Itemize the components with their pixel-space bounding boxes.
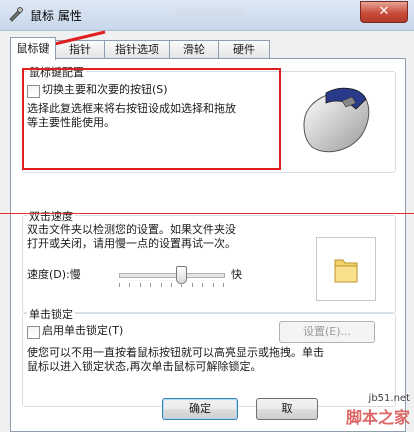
- mouse-illustration-icon: [303, 87, 370, 153]
- title-blur: [175, 9, 245, 19]
- slider-tick: [223, 283, 224, 287]
- slider-tick: [150, 283, 152, 287]
- close-button[interactable]: ✕: [360, 1, 408, 23]
- speed-slow-label: 速度(D):慢: [27, 268, 81, 281]
- double-click-desc-1: 双击文件夹以检测您的设置。如果文件夹没: [27, 223, 236, 236]
- watermark: jb51.net 脚本之家: [346, 393, 410, 428]
- folder-icon: [334, 259, 358, 283]
- slider-tick: [202, 283, 204, 287]
- slider-tick: [181, 283, 183, 287]
- annotation-line: [0, 213, 414, 214]
- cancel-button[interactable]: 取: [256, 398, 318, 420]
- tab-pointer-options[interactable]: 指针选项: [104, 40, 170, 59]
- slider-tick: [119, 283, 120, 287]
- speed-fast-label: 快: [231, 268, 242, 281]
- click-lock-settings-button[interactable]: 设置(E)...: [279, 321, 375, 343]
- click-lock-title: 单击锁定: [27, 306, 75, 322]
- speed-slider-track[interactable]: [119, 273, 225, 278]
- tab-hardware[interactable]: 硬件: [218, 40, 270, 59]
- double-click-title: 双击速度: [27, 208, 75, 224]
- watermark-logo: 脚本之家: [345, 408, 410, 427]
- click-lock-desc-2: 鼠标以进入锁定状态,再次单击鼠标可解除锁定。: [27, 360, 262, 373]
- slider-tick: [191, 283, 193, 287]
- test-folder-box[interactable]: [316, 237, 376, 301]
- slider-tick: [212, 283, 214, 287]
- ok-button[interactable]: 确定: [162, 398, 238, 420]
- annotation-highlight-box: [22, 68, 281, 170]
- click-lock-desc-1: 使您可以不用一直按着鼠标按钮就可以高亮显示或拖拽。单击: [27, 346, 324, 359]
- speed-slider-thumb[interactable]: [176, 266, 188, 284]
- watermark-url: jb51.net: [368, 393, 410, 404]
- mouse-icon: [7, 6, 25, 24]
- click-lock-label[interactable]: 启用单击锁定(T): [42, 324, 123, 338]
- slider-tick: [171, 283, 172, 287]
- double-click-desc-2: 打开或关闭，请用慢一点的设置再试一次。: [27, 237, 236, 250]
- window-title: 鼠标 属性: [30, 9, 82, 23]
- tab-wheel[interactable]: 滑轮: [169, 40, 219, 59]
- slider-tick: [160, 283, 162, 287]
- slider-tick: [129, 283, 131, 287]
- slider-tick: [139, 283, 141, 287]
- click-lock-checkbox[interactable]: [27, 326, 40, 339]
- tab-buttons[interactable]: 鼠标键: [10, 37, 56, 60]
